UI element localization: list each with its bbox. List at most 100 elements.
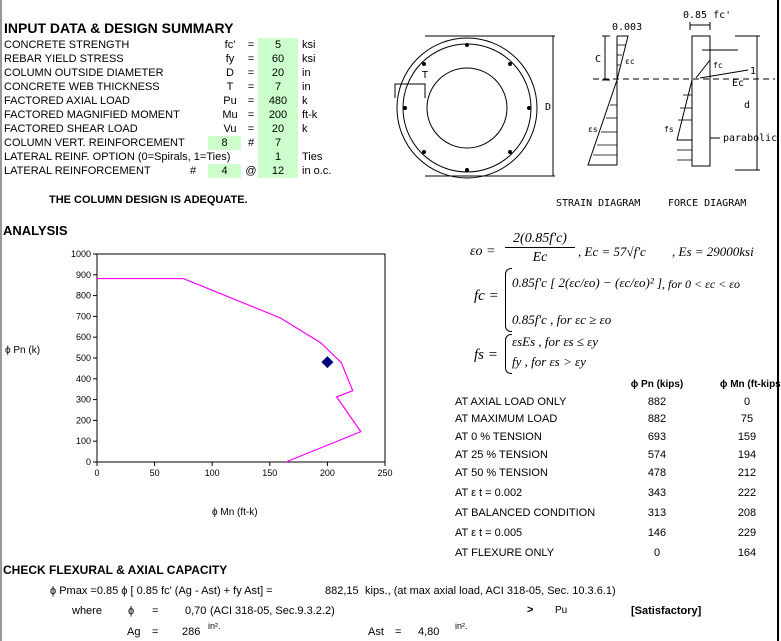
mn-value: 194 — [737, 449, 757, 461]
x-tick-label: 50 — [150, 468, 160, 478]
mn-value: 212 — [737, 467, 757, 479]
summary-row: COLUMN OUTSIDE DIAMETER D = 20 in — [4, 66, 344, 80]
fc-lhs: fc = — [474, 288, 499, 304]
fs-brace — [505, 334, 512, 374]
pn-value: 882 — [647, 396, 667, 408]
x-tick-label: 0 — [94, 468, 99, 478]
label: REBAR YIELD STRESS — [4, 53, 124, 65]
ast-unit: in². — [455, 621, 468, 631]
tie-size-cell[interactable]: 4 — [208, 164, 241, 178]
y-tick-label: 1000 — [71, 249, 91, 259]
value-cell[interactable]: 20 — [258, 66, 298, 80]
lat-reinf-row: LATERAL REINFORCEMENT # 4 @ 12 in o.c. — [4, 164, 344, 178]
y-tick-label: 900 — [76, 270, 91, 280]
equals: = — [247, 109, 255, 121]
eps-s-label: εs — [588, 125, 598, 134]
design-verdict: THE COLUMN DESIGN IS ADEQUATE. — [49, 194, 248, 206]
label: LATERAL REINF. OPTION (0=Spirals, 1=Ties… — [4, 151, 231, 163]
strain-caption: STRAIN DIAGRAM — [556, 198, 640, 209]
lat-option-cell[interactable]: 1 — [258, 150, 298, 164]
eps0-lhs: εo = — [470, 244, 496, 259]
pn-value: 343 — [647, 487, 667, 499]
value-cell[interactable]: 60 — [258, 52, 298, 66]
interaction-chart: 0 100 200 300 400 500 600 700 800 900 1000 0 50 100 15… — [71, 249, 393, 478]
summary-row: REBAR YIELD STRESS fy = 60 ksi — [4, 52, 344, 66]
phi-note: (ACI 318-05, Sec.9.3.2.2) — [210, 605, 335, 617]
y-tick-label: 200 — [76, 415, 91, 425]
y-tick-label: 600 — [76, 332, 91, 342]
ag-eq: = — [152, 626, 159, 638]
phi-eq: = — [152, 605, 159, 617]
fc-label: fc — [713, 61, 723, 70]
where-label: where — [72, 605, 102, 617]
greater-than: > — [527, 604, 534, 616]
row-label: AT ε t = 0.002 — [455, 487, 523, 499]
fs-label: fs — [664, 125, 674, 134]
unit: k — [302, 95, 308, 107]
y-tick-label: 300 — [76, 395, 91, 405]
unit: Ties — [302, 151, 323, 163]
pn-value: 313 — [647, 507, 667, 519]
mn-value: 164 — [737, 547, 757, 559]
label: FACTORED MAGNIFIED MOMENT — [4, 109, 180, 121]
label: CONCRETE STRENGTH — [4, 39, 130, 51]
mn-value: 229 — [737, 527, 757, 539]
vert-reinf-row: COLUMN VERT. REINFORCEMENT 8 # 7 — [4, 136, 344, 150]
label: FACTORED AXIAL LOAD — [4, 95, 130, 107]
y-tick-label: 100 — [76, 436, 91, 446]
fs-lhs: fs = — [474, 347, 498, 363]
row-label: AT AXIAL LOAD ONLY — [455, 396, 567, 408]
x-tick-label: 100 — [205, 468, 220, 478]
mn-value: 159 — [737, 431, 757, 443]
mn-value: 208 — [737, 507, 757, 519]
pn-value: 0 — [653, 547, 661, 559]
unit: in — [302, 81, 311, 93]
ec-formula: , Ec = 57√f'c — [578, 244, 646, 259]
label: CONCRETE WEB THICKNESS — [4, 81, 160, 93]
y-tick-label: 500 — [76, 353, 91, 363]
unit: ft-k — [302, 109, 318, 121]
mn-value: 75 — [740, 413, 754, 425]
fs-case2: fy , for εs > εy — [512, 354, 586, 369]
section-diagram: 0.003 0.85 fc' C D T εc εs fc fs Ec 1 d … — [394, 10, 777, 209]
y-tick-label: 400 — [76, 374, 91, 384]
ast-value: 4,80 — [418, 626, 440, 638]
d-label: D — [545, 102, 551, 113]
phi-value: 0,70 — [185, 605, 207, 617]
tie-spacing-cell[interactable]: 12 — [258, 164, 298, 178]
y-tick-label: 700 — [76, 311, 91, 321]
equals: = — [247, 39, 255, 51]
value-cell[interactable]: 20 — [258, 122, 298, 136]
es-formula: , Es = 29000ksi — [672, 244, 754, 259]
summary-row: FACTORED AXIAL LOAD Pu = 480 k — [4, 94, 344, 108]
row-label: AT MAXIMUM LOAD — [455, 413, 558, 425]
label: COLUMN VERT. REINFORCEMENT — [4, 137, 185, 149]
hash: # — [247, 137, 255, 149]
unit: ksi — [302, 39, 316, 51]
bar-count-cell[interactable]: 8 — [208, 136, 241, 150]
equals: = — [247, 123, 255, 135]
ag-value: 286 — [182, 626, 201, 638]
ag-unit: in². — [208, 621, 221, 631]
equals: = — [247, 81, 255, 93]
y-tick-label: 0 — [86, 457, 91, 467]
value-cell[interactable]: 7 — [258, 80, 298, 94]
value-cell[interactable]: 480 — [258, 94, 298, 108]
y-tick-label: 800 — [76, 291, 91, 301]
x-tick-label: 200 — [320, 468, 335, 478]
value-cell[interactable]: 200 — [258, 108, 298, 122]
mn-value: 0 — [743, 396, 751, 408]
x-tick-label: 250 — [377, 468, 392, 478]
pmax-formula: ϕ Pmax =0.85 ϕ [ 0.85 fc' (Ag - Ast) + f… — [50, 585, 273, 597]
eps0-den: Ec — [532, 250, 548, 265]
eps-c-label: εc — [625, 57, 635, 66]
outer-circle — [396, 37, 538, 179]
c-label: C — [595, 54, 601, 65]
plot-area — [96, 253, 386, 463]
row-label: AT BALANCED CONDITION — [455, 507, 596, 519]
bar-size-cell[interactable]: 7 — [258, 136, 298, 150]
value-cell[interactable]: 5 — [258, 38, 298, 52]
equals: = — [247, 95, 255, 107]
header-pn: ϕ Pn (kips) — [630, 379, 684, 390]
unit: in — [302, 67, 311, 79]
